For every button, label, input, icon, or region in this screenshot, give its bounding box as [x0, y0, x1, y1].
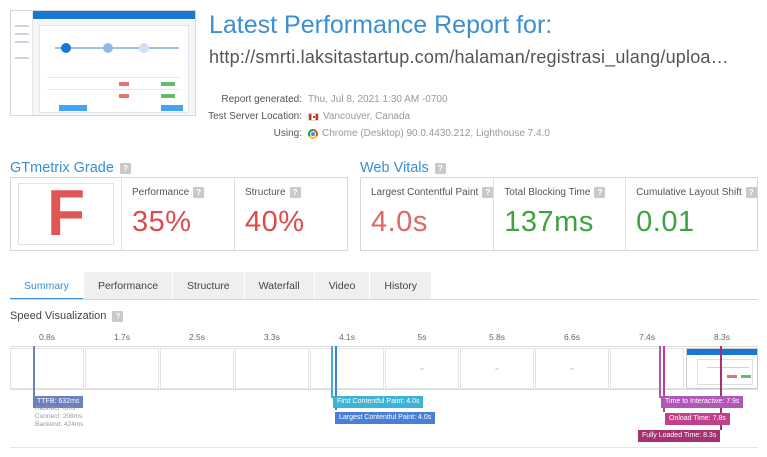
- help-icon[interactable]: ?: [193, 187, 205, 198]
- tabs-divider: [10, 299, 758, 300]
- page-screenshot-thumbnail[interactable]: [10, 10, 196, 116]
- metric-tbt: Total Blocking Time? 137ms: [493, 178, 625, 250]
- metric-label: Cumulative Layout Shift: [636, 187, 742, 198]
- metric-structure: Structure? 40%: [234, 178, 347, 250]
- tick-label: 5s: [417, 332, 427, 342]
- filmstrip-frame[interactable]: [160, 348, 234, 389]
- speed-visualization-title: Speed Visualization ?: [10, 310, 124, 322]
- report-tabs: Summary Performance Structure Waterfall …: [10, 272, 433, 300]
- grade-box: F: [11, 178, 121, 250]
- help-icon[interactable]: ?: [482, 187, 494, 198]
- help-icon[interactable]: ?: [119, 162, 131, 174]
- web-vitals-title: Web Vitals ?: [360, 160, 446, 176]
- tick-label: 4.1s: [338, 332, 356, 342]
- metric-label: Structure: [245, 187, 286, 198]
- filmstrip-frame[interactable]: [10, 348, 84, 389]
- metric-value: 137ms: [504, 206, 594, 238]
- tab-video[interactable]: Video: [314, 272, 371, 300]
- help-icon[interactable]: ?: [594, 187, 606, 198]
- lcp-label: Largest Contentful Paint: 4.0s: [335, 412, 436, 424]
- meta-value: Chrome (Desktop) 90.0.4430.212, Lighthou…: [322, 128, 550, 139]
- meta-label: Report generated:: [221, 94, 302, 105]
- metric-cls: Cumulative Layout Shift? 0.01: [625, 178, 757, 250]
- report-url[interactable]: http://smrti.laksitastartup.com/halaman/…: [209, 47, 759, 68]
- report-meta: Report generated: Thu, Jul 8, 2021 1:30 …: [170, 91, 730, 142]
- tab-waterfall[interactable]: Waterfall: [244, 272, 315, 300]
- speed-timeline-ticks: 0.8s 1.7s 2.5s 3.3s 4.1s 5s 5.8s 6.6s 7.…: [10, 332, 758, 344]
- gtmetrix-grade-panel: F Performance? 35% Structure? 40%: [10, 177, 348, 251]
- metric-value: 35%: [132, 206, 192, 238]
- onload-label: Onload Time: 7.8s: [665, 413, 730, 425]
- gtmetrix-grade-title: GTmetrix Grade ?: [10, 160, 131, 176]
- tick-label: 7.4s: [638, 332, 656, 342]
- tab-structure[interactable]: Structure: [173, 272, 245, 300]
- tick-label: 6.6s: [563, 332, 581, 342]
- filmstrip-frame[interactable]: [310, 348, 384, 389]
- tti-marker-line: [659, 346, 661, 398]
- filmstrip-final-frame[interactable]: [686, 348, 758, 389]
- fcp-label: First Contentful Paint: 4.0s: [333, 396, 424, 408]
- help-icon[interactable]: ?: [434, 162, 446, 174]
- filmstrip-frame[interactable]: [610, 348, 684, 389]
- metric-value: 0.01: [636, 206, 695, 238]
- section-divider: [10, 447, 758, 448]
- metric-label: Total Blocking Time: [504, 187, 591, 198]
- metric-value: 40%: [245, 206, 305, 238]
- meta-value: Thu, Jul 8, 2021 1:30 AM -0700: [308, 94, 448, 105]
- thumbnail-sidebar: [11, 11, 33, 115]
- grade-letter: F: [47, 177, 85, 250]
- fully-loaded-label: Fully Loaded Time: 8.3s: [638, 430, 721, 442]
- metric-lcp: Largest Contentful Paint? 4.0s: [361, 178, 494, 250]
- thumbnail-card: [39, 25, 189, 113]
- tab-history[interactable]: History: [370, 272, 433, 300]
- tab-performance[interactable]: Performance: [83, 272, 174, 300]
- tick-label: 2.5s: [188, 332, 206, 342]
- filmstrip-frame[interactable]: [235, 348, 309, 389]
- filmstrip-frame[interactable]: [535, 348, 609, 389]
- tick-label: 8.3s: [713, 332, 731, 342]
- report-title: Latest Performance Report for:: [209, 11, 553, 39]
- metric-label: Performance: [132, 187, 190, 198]
- ttfb-marker-line: [33, 346, 35, 398]
- filmstrip-frame[interactable]: [460, 348, 534, 389]
- meta-value: Vancouver, Canada: [323, 111, 411, 122]
- meta-label: Test Server Location:: [208, 111, 302, 122]
- ttfb-details: Redirect: 0ms Connect: 208ms Backend: 42…: [35, 405, 84, 428]
- fcp-marker-line: [331, 346, 333, 398]
- canada-flag-icon: [308, 112, 319, 121]
- meta-row-generated: Report generated: Thu, Jul 8, 2021 1:30 …: [170, 91, 730, 108]
- thumbnail-topbar: [33, 11, 195, 19]
- tick-label: 0.8s: [38, 332, 56, 342]
- help-icon[interactable]: ?: [745, 187, 757, 198]
- metric-performance: Performance? 35%: [121, 178, 234, 250]
- filmstrip-frame[interactable]: [85, 348, 159, 389]
- filmstrip-frame[interactable]: [385, 348, 459, 389]
- tab-summary[interactable]: Summary: [10, 272, 84, 300]
- help-icon[interactable]: ?: [112, 310, 124, 322]
- filmstrip: [10, 346, 758, 390]
- metric-value: 4.0s: [371, 206, 428, 238]
- tick-label: 1.7s: [113, 332, 131, 342]
- tick-label: 3.3s: [263, 332, 281, 342]
- meta-label: Using:: [273, 128, 302, 139]
- metric-label: Largest Contentful Paint: [371, 187, 479, 198]
- meta-row-location: Test Server Location: Vancouver, Canada: [170, 108, 730, 125]
- chrome-icon: [308, 128, 318, 139]
- meta-row-using: Using: Chrome (Desktop) 90.0.4430.212, L…: [170, 125, 730, 142]
- tti-label: Time to Interactive: 7.9s: [661, 396, 744, 408]
- tick-label: 5.8s: [488, 332, 506, 342]
- help-icon[interactable]: ?: [289, 187, 301, 198]
- web-vitals-panel: Largest Contentful Paint? 4.0s Total Blo…: [360, 177, 758, 251]
